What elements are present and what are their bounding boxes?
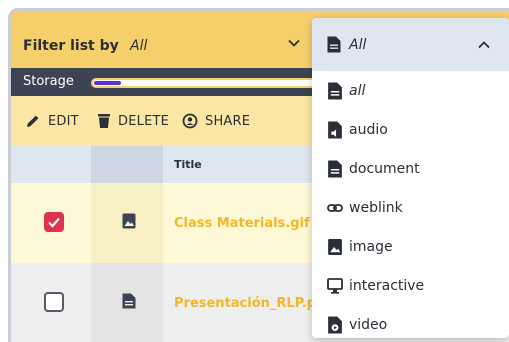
type-column-header <box>91 146 163 183</box>
share-label: SHARE <box>205 113 251 129</box>
dropdown-option-label: document <box>349 161 420 177</box>
row-checkbox-checked[interactable] <box>44 212 64 232</box>
type-filter-selected-value: All <box>349 37 367 53</box>
dropdown-option-label: image <box>349 239 393 255</box>
dropdown-option-interactive[interactable]: interactive <box>312 266 509 305</box>
dropdown-option-label: all <box>349 83 366 99</box>
delete-label: DELETE <box>118 113 170 129</box>
dropdown-option-image[interactable]: image <box>312 227 509 266</box>
filter-select-value[interactable]: All <box>130 38 147 54</box>
dropdown-option-audio[interactable]: audio <box>312 110 509 149</box>
dropdown-option-label: interactive <box>349 278 425 294</box>
edit-label: EDIT <box>48 113 79 129</box>
select-column-header[interactable] <box>11 146 91 183</box>
image-icon <box>328 239 342 255</box>
document-icon <box>327 36 341 53</box>
share-button[interactable]: SHARE <box>182 111 250 131</box>
edit-button[interactable]: EDIT <box>25 111 79 131</box>
chevron-up-icon[interactable] <box>477 38 491 52</box>
dropdown-option-video[interactable]: video <box>312 305 509 342</box>
dropdown-option-label: video <box>349 317 388 333</box>
video-file-icon <box>328 316 342 334</box>
monitor-icon <box>327 278 343 294</box>
dropdown-option-weblink[interactable]: weblink <box>312 188 509 227</box>
image-file-icon <box>122 213 136 229</box>
title-column-header[interactable]: Title <box>174 158 202 171</box>
chevron-down-icon[interactable] <box>287 36 301 50</box>
trash-icon <box>98 114 110 128</box>
delete-button[interactable]: DELETE <box>97 111 169 131</box>
storage-label: Storage <box>23 74 74 89</box>
dropdown-option-all[interactable]: all <box>312 71 509 110</box>
storage-progress-fill <box>94 81 121 85</box>
document-file-icon <box>122 293 136 309</box>
document-icon <box>328 82 342 100</box>
row-file-name[interactable]: Presentación_RLP.pd <box>174 296 325 311</box>
checkmark-icon <box>48 217 60 228</box>
row-file-name[interactable]: Class Materials.gif <box>174 216 310 231</box>
document-icon <box>328 160 342 178</box>
type-filter-dropdown: All all audio document weblink image int… <box>312 18 509 338</box>
dropdown-option-label: weblink <box>349 200 403 216</box>
share-icon <box>182 113 198 129</box>
pencil-icon <box>27 115 39 127</box>
dropdown-option-label: audio <box>349 122 388 138</box>
type-filter-select[interactable]: All <box>312 18 509 71</box>
filter-label: Filter list by <box>23 38 119 54</box>
storage-progress <box>91 78 321 88</box>
row-checkbox[interactable] <box>44 292 64 312</box>
dropdown-option-document[interactable]: document <box>312 149 509 188</box>
audio-file-icon <box>328 121 342 139</box>
link-icon <box>327 204 343 212</box>
